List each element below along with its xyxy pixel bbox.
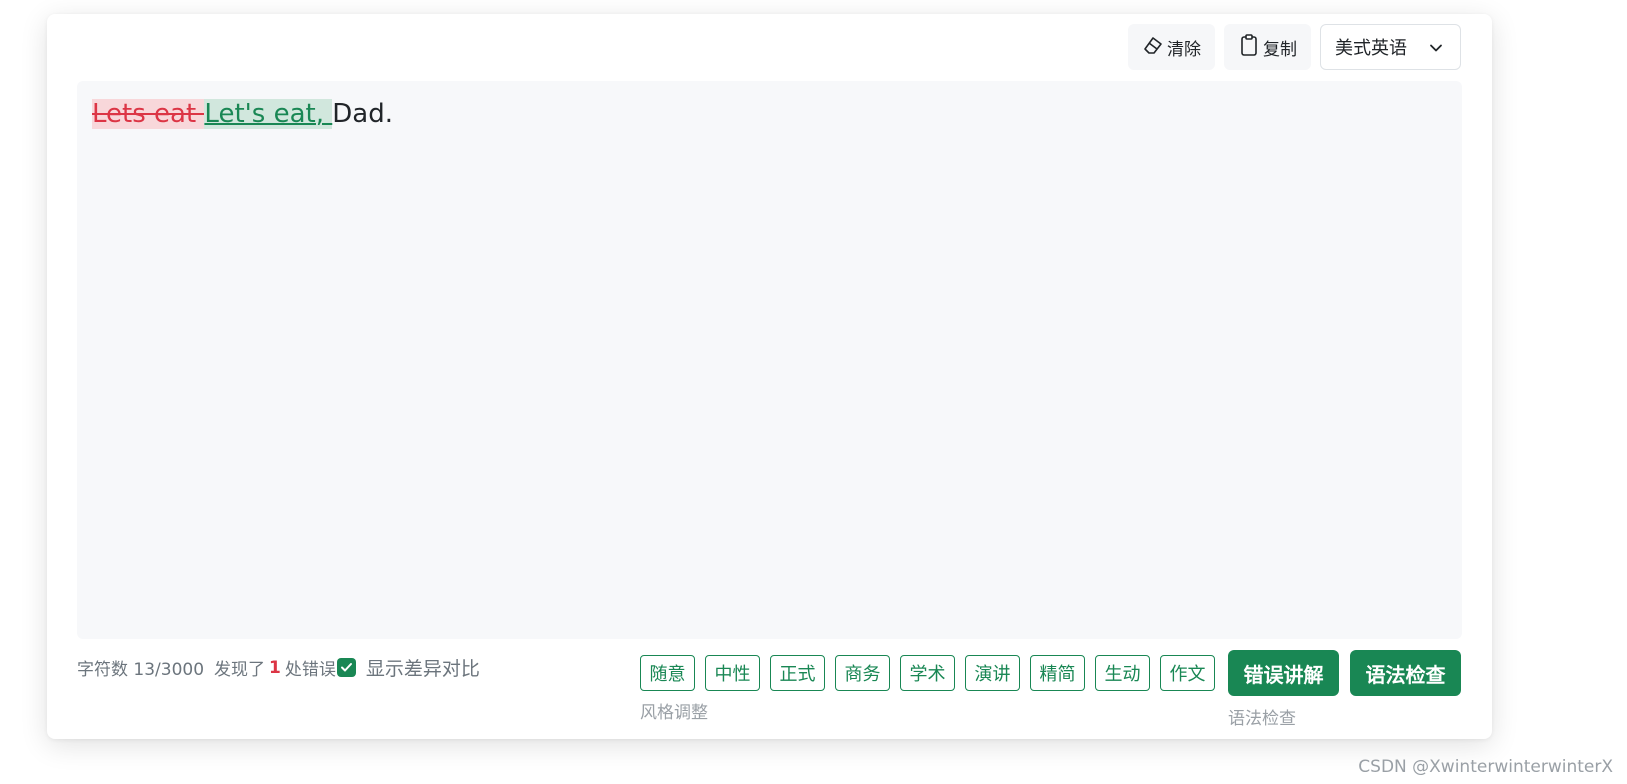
text-editor[interactable]: Lets eat Let's eat, Dad. bbox=[77, 81, 1462, 639]
clear-button[interactable]: 清除 bbox=[1128, 24, 1215, 70]
checkmark-icon bbox=[340, 663, 352, 672]
grammar-check-button[interactable]: 语法检查 bbox=[1350, 650, 1461, 696]
found-suffix: 处错误 bbox=[284, 660, 336, 680]
style-tag-formal[interactable]: 正式 bbox=[770, 655, 825, 691]
show-diff-checkbox[interactable] bbox=[336, 658, 356, 677]
deleted-text: Lets eat bbox=[92, 99, 205, 129]
status-bar: 字符数 13/3000 发现了 1 处错误 显示差异对比 bbox=[77, 654, 480, 681]
style-tag-academic[interactable]: 学术 bbox=[900, 655, 955, 691]
grammar-checker-card: 清除 复制 美式英语 Lets eat Let's eat, Dad. 字符数 … bbox=[47, 14, 1492, 739]
plain-text: Dad. bbox=[332, 99, 393, 129]
error-count: 1 bbox=[269, 657, 281, 678]
style-tag-speech[interactable]: 演讲 bbox=[965, 655, 1020, 691]
style-caption: 风格调整 bbox=[640, 703, 708, 723]
style-tags: 随意 中性 正式 商务 学术 演讲 精简 生动 作文 bbox=[640, 655, 1215, 691]
language-selected: 美式英语 bbox=[1335, 38, 1407, 59]
style-tag-vivid[interactable]: 生动 bbox=[1095, 655, 1150, 691]
inserted-text[interactable]: Let's eat, bbox=[204, 99, 333, 129]
grammar-check-caption: 语法检查 bbox=[1228, 709, 1296, 729]
show-diff-label[interactable]: 显示差异对比 bbox=[366, 654, 480, 681]
watermark: CSDN @XwinterwinterwinterX bbox=[1358, 757, 1613, 777]
language-select[interactable]: 美式英语 bbox=[1320, 24, 1461, 70]
clipboard-icon bbox=[1238, 33, 1260, 62]
found-prefix: 发现了 bbox=[214, 660, 266, 680]
style-tag-casual[interactable]: 随意 bbox=[640, 655, 695, 691]
char-count: 字符数 13/3000 bbox=[77, 660, 205, 680]
error-explain-button[interactable]: 错误讲解 bbox=[1228, 650, 1339, 696]
eraser-icon bbox=[1142, 34, 1164, 61]
style-tag-essay[interactable]: 作文 bbox=[1160, 655, 1215, 691]
style-tag-business[interactable]: 商务 bbox=[835, 655, 890, 691]
style-tag-neutral[interactable]: 中性 bbox=[705, 655, 760, 691]
style-tag-concise[interactable]: 精简 bbox=[1030, 655, 1085, 691]
chevron-down-icon bbox=[1428, 40, 1444, 61]
copy-button[interactable]: 复制 bbox=[1224, 24, 1311, 70]
clear-label: 清除 bbox=[1167, 39, 1201, 60]
copy-label: 复制 bbox=[1263, 39, 1297, 60]
